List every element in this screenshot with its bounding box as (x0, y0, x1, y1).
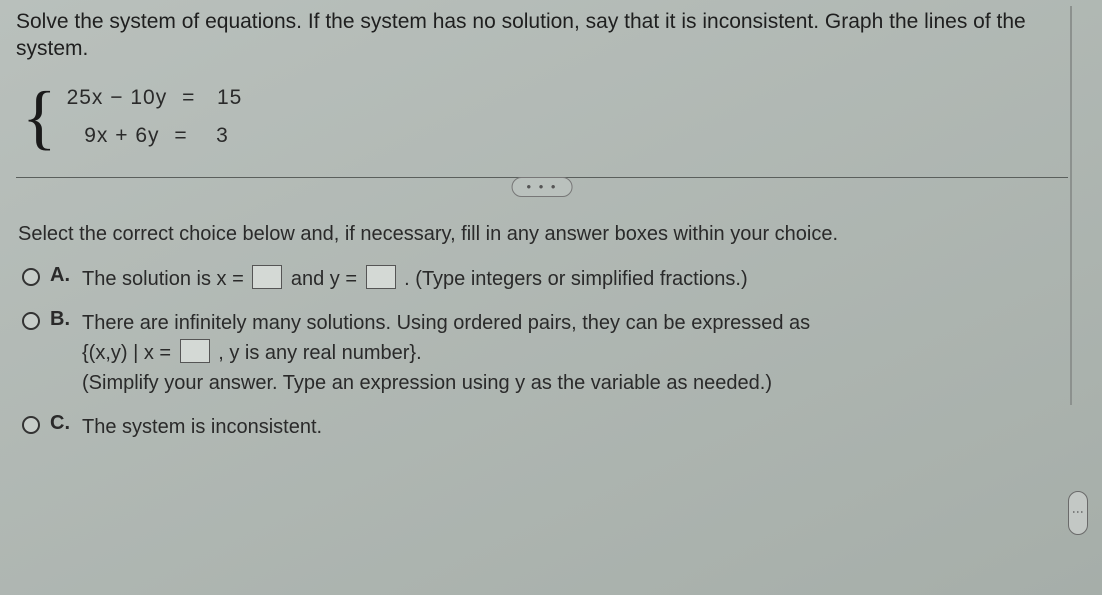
question-page: Solve the system of equations. If the sy… (0, 0, 1102, 595)
choice-a-body: The solution is x = and y = . (Type inte… (82, 264, 1068, 294)
answer-box-xexpr[interactable] (180, 339, 210, 363)
instructions-text: Solve the system of equations. If the sy… (16, 8, 1068, 63)
choice-prompt: Select the correct choice below and, if … (18, 223, 1068, 246)
eq1-lhs: 25x − 10y (67, 86, 168, 110)
choice-b-letter: B. (50, 308, 72, 331)
right-border-rule (1070, 6, 1072, 405)
choice-b: B. There are infinitely many solutions. … (22, 308, 1068, 398)
eq2-rhs: 3 (216, 124, 229, 148)
choice-b-line3: (Simplify your answer. Type an expressio… (82, 372, 772, 394)
section-divider: • • • (16, 177, 1068, 197)
vertical-dots-icon: ⋮ (1071, 506, 1085, 520)
choice-c-letter: C. (50, 412, 72, 435)
eq2-op: = (174, 124, 187, 148)
choice-c-text: The system is inconsistent. (82, 412, 1068, 442)
choice-b-body: There are infinitely many solutions. Usi… (82, 308, 1068, 398)
more-button[interactable]: • • • (512, 177, 573, 197)
answer-box-x[interactable] (252, 265, 282, 289)
choice-list: A. The solution is x = and y = . (Type i… (22, 264, 1068, 442)
choice-b-set-pre: {(x,y) | x = (82, 342, 171, 364)
choice-b-line1: There are infinitely many solutions. Usi… (82, 312, 810, 334)
choice-a: A. The solution is x = and y = . (Type i… (22, 264, 1068, 294)
left-brace-icon: { (22, 81, 57, 153)
choice-c: C. The system is inconsistent. (22, 412, 1068, 442)
eq1-op: = (182, 86, 195, 110)
choice-a-post: . (Type integers or simplified fractions… (404, 268, 747, 290)
equation-2: 9x + 6y = 3 (67, 124, 243, 148)
eq2-lhs: 9x + 6y (84, 124, 159, 148)
radio-c[interactable] (22, 416, 40, 434)
equation-system: { 25x − 10y = 15 9x + 6y = 3 (22, 81, 1068, 153)
choice-a-pre: The solution is x = (82, 268, 244, 290)
eq1-rhs: 15 (217, 86, 242, 110)
equation-list: 25x − 10y = 15 9x + 6y = 3 (67, 86, 243, 148)
answer-box-y[interactable] (366, 265, 396, 289)
radio-b[interactable] (22, 312, 40, 330)
side-more-button[interactable]: ⋮ (1068, 491, 1088, 535)
choice-a-letter: A. (50, 264, 72, 287)
choice-a-mid: and y = (291, 268, 357, 290)
equation-1: 25x − 10y = 15 (67, 86, 243, 110)
choice-b-set-post: , y is any real number}. (218, 342, 421, 364)
radio-a[interactable] (22, 268, 40, 286)
